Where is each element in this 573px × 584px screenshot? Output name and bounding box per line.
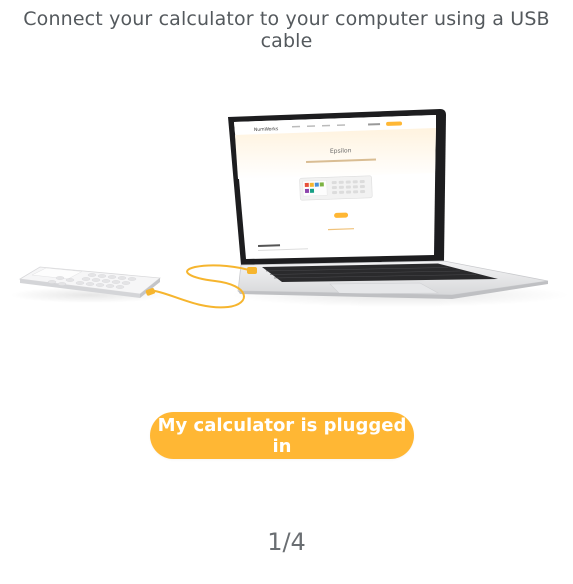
screen-heading: Epsilon — [330, 147, 352, 155]
screen-logo: NumWorks — [254, 126, 279, 133]
calculator-plugged-in-button[interactable]: My calculator is plugged in — [150, 412, 414, 459]
laptop-icon: NumWorks Epsilon — [228, 109, 549, 299]
laptop-trackpad — [329, 282, 440, 295]
step-indicator: 1/4 — [267, 528, 306, 556]
usb-cable — [154, 264, 253, 309]
onboarding-step: Connect your calculator to your computer… — [0, 0, 573, 584]
screen-cta-pill — [334, 212, 349, 218]
usb-plug-laptop — [247, 267, 257, 274]
laptop-calculator-usb-illustration: NumWorks Epsilon — [10, 109, 570, 309]
screen-header-pill — [386, 121, 403, 126]
screen-calculator-mockup — [299, 175, 373, 201]
instruction-text: Connect your calculator to your computer… — [23, 8, 550, 52]
